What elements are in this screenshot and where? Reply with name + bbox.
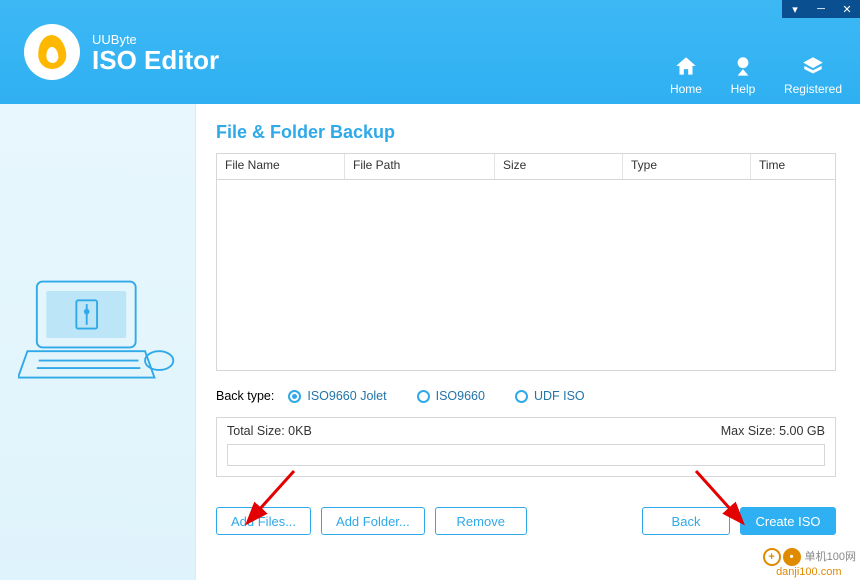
back-button[interactable]: Back [642, 507, 730, 535]
button-row: Add Files... Add Folder... Remove Back C… [216, 507, 836, 535]
laptop-illustration [18, 274, 178, 411]
flame-icon [24, 24, 80, 80]
radio-label: ISO9660 [436, 389, 485, 403]
radio-icon [417, 390, 430, 403]
col-header-size[interactable]: Size [495, 154, 623, 179]
radio-iso9660[interactable]: ISO9660 [417, 389, 485, 403]
radio-iso9660-jolet[interactable]: ISO9660 Jolet [288, 389, 386, 403]
col-header-path[interactable]: File Path [345, 154, 495, 179]
app-logo: UUByte ISO Editor [24, 24, 219, 80]
radio-label: UDF ISO [534, 389, 585, 403]
remove-button[interactable]: Remove [435, 507, 527, 535]
file-table: File Name File Path Size Type Time [216, 153, 836, 371]
col-header-time[interactable]: Time [751, 154, 835, 179]
total-size: Total Size: 0KB [227, 424, 312, 438]
col-header-name[interactable]: File Name [217, 154, 345, 179]
window-controls: ▾ ─ ✕ [782, 0, 860, 18]
col-header-type[interactable]: Type [623, 154, 751, 179]
nav-registered[interactable]: Registered [784, 54, 842, 96]
dropdown-icon[interactable]: ▾ [782, 0, 808, 18]
size-panel: Total Size: 0KB Max Size: 5.00 GB [216, 417, 836, 477]
minimize-icon[interactable]: ─ [808, 0, 834, 18]
close-icon[interactable]: ✕ [834, 0, 860, 18]
help-icon [730, 54, 756, 80]
page-title: File & Folder Backup [216, 122, 836, 143]
radio-label: ISO9660 Jolet [307, 389, 386, 403]
app-header: ▾ ─ ✕ UUByte ISO Editor Home Help Regist… [0, 0, 860, 104]
radio-icon [515, 390, 528, 403]
brand-big: ISO Editor [92, 47, 219, 73]
add-folder-button[interactable]: Add Folder... [321, 507, 425, 535]
main-panel: File & Folder Backup File Name File Path… [196, 104, 860, 580]
radio-icon [288, 390, 301, 403]
size-progress-bar [227, 444, 825, 466]
sidebar [0, 104, 196, 580]
nav-home[interactable]: Home [670, 54, 702, 96]
radio-udf-iso[interactable]: UDF ISO [515, 389, 585, 403]
create-iso-button[interactable]: Create ISO [740, 507, 836, 535]
nav-help[interactable]: Help [730, 54, 756, 96]
max-size: Max Size: 5.00 GB [721, 424, 825, 438]
watermark: +• 单机100网 danji100.com [762, 548, 856, 578]
back-type-label: Back type: [216, 389, 274, 403]
nav-help-label: Help [731, 82, 756, 96]
add-files-button[interactable]: Add Files... [216, 507, 311, 535]
nav-home-label: Home [670, 82, 702, 96]
home-icon [673, 54, 699, 80]
header-nav: Home Help Registered [670, 54, 842, 96]
back-type-row: Back type: ISO9660 Jolet ISO9660 UDF ISO [216, 389, 836, 403]
registered-icon [800, 54, 826, 80]
nav-registered-label: Registered [784, 82, 842, 96]
table-header: File Name File Path Size Type Time [217, 154, 835, 180]
